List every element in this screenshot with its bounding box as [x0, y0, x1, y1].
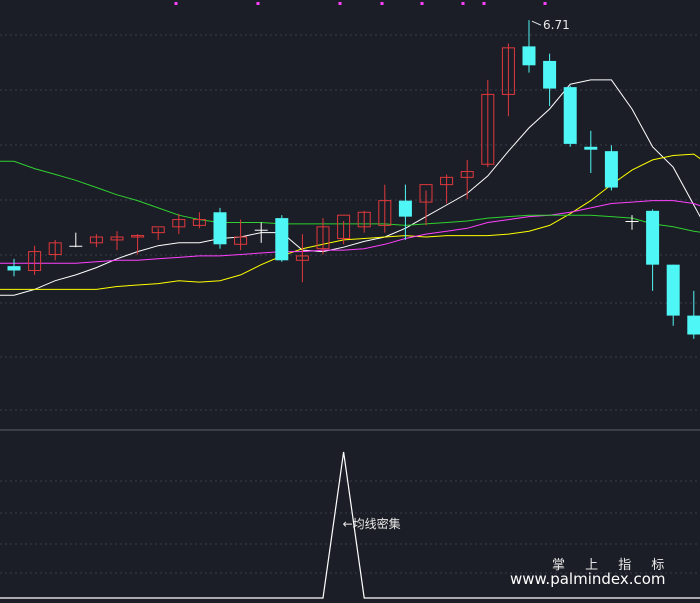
candle	[563, 85, 577, 147]
top-marker	[338, 2, 342, 5]
candle-body	[625, 221, 639, 223]
high-price-label: 6.71	[543, 18, 570, 32]
top-marker	[482, 2, 486, 5]
top-marker	[174, 2, 178, 5]
candle-body	[687, 315, 700, 335]
candle-body	[522, 46, 536, 66]
top-marker	[543, 2, 547, 5]
candle-body	[69, 245, 83, 247]
candle-body	[398, 200, 412, 217]
watermark-url: www.palmindex.com	[510, 570, 666, 588]
candle-body	[275, 218, 289, 261]
candle-body	[254, 229, 268, 231]
signal-annotation: ←均线密集	[343, 516, 401, 531]
candle	[213, 207, 227, 249]
candle	[604, 145, 618, 191]
candle-body	[7, 266, 21, 271]
candle-body	[543, 60, 557, 89]
candle-body	[213, 212, 227, 245]
chart-canvas: 6.71 ←均线密集 掌 上 指 标 www.palmindex.com	[0, 0, 700, 603]
candle-body	[563, 87, 577, 144]
candle-body	[646, 210, 660, 265]
candle-body	[666, 264, 680, 316]
candle	[275, 215, 289, 262]
stock-chart: 6.71 ←均线密集 掌 上 指 标 www.palmindex.com	[0, 0, 700, 603]
candle-body	[604, 151, 618, 188]
top-marker	[256, 2, 260, 5]
candle-body	[584, 146, 598, 150]
top-marker	[461, 2, 465, 5]
top-marker	[420, 2, 424, 5]
top-marker	[380, 2, 384, 5]
